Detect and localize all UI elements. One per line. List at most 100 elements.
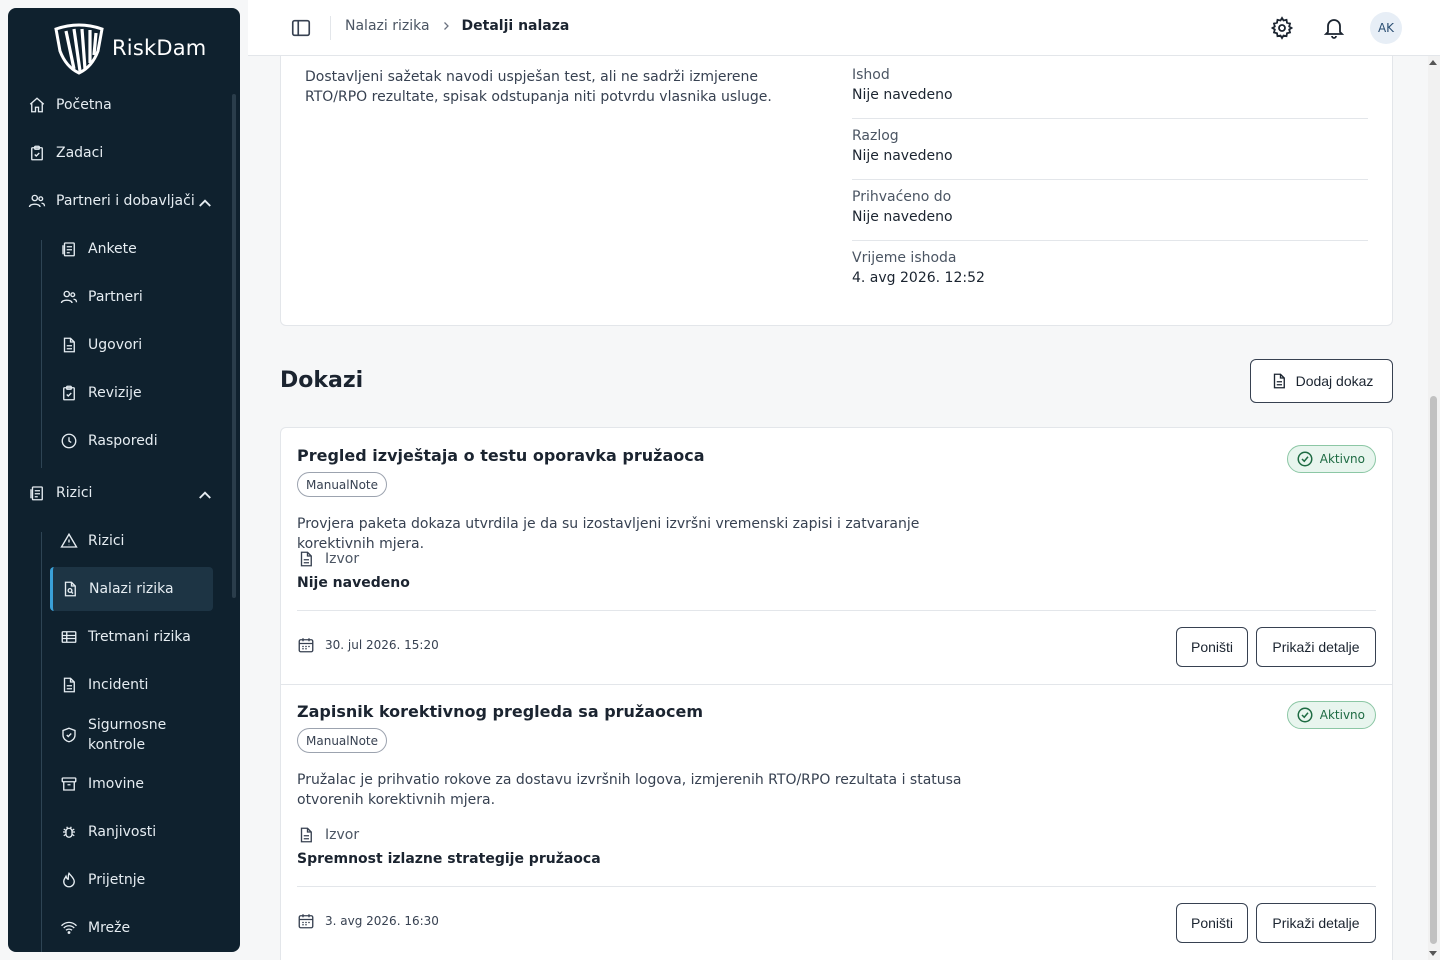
sidebar-item-revizije[interactable]: Revizije bbox=[50, 373, 213, 413]
sidebar-item-rizici[interactable]: Rizici bbox=[50, 521, 213, 561]
sidebar-group-rizici[interactable]: Rizici bbox=[28, 477, 214, 509]
source-label-text: Izvor bbox=[325, 827, 360, 843]
document-icon bbox=[300, 551, 312, 567]
breadcrumb-link[interactable]: Nalazi rizika bbox=[345, 18, 430, 34]
audit-icon bbox=[63, 385, 75, 401]
sidebar-toggle-icon[interactable] bbox=[290, 17, 312, 39]
field-label: Ishod bbox=[852, 67, 890, 83]
chevron-right-icon bbox=[443, 22, 449, 30]
sidebar-scrollbar[interactable] bbox=[232, 94, 236, 598]
wifi-icon bbox=[61, 921, 77, 934]
gear-icon[interactable] bbox=[1270, 16, 1294, 40]
finding-description: Dostavljeni sažetak navodi uspješan test… bbox=[305, 69, 772, 105]
check-circle-icon bbox=[1297, 451, 1313, 467]
sidebar-item-zadaci[interactable]: Zadaci bbox=[28, 137, 214, 169]
sidebar-item-label: Partneri i dobavljači bbox=[56, 193, 195, 209]
source-value: Spremnost izlazne strategije pružaoca bbox=[297, 851, 601, 867]
evidence-title: Pregled izvještaja o testu oporavka pruž… bbox=[297, 446, 705, 465]
field-label: Prihvaćeno do bbox=[852, 189, 952, 205]
check-circle-icon bbox=[1297, 707, 1313, 723]
source-label-text: Izvor bbox=[325, 551, 360, 567]
add-evidence-label: Dodaj dokaz bbox=[1295, 373, 1374, 389]
sidebar-item-label: Partneri bbox=[88, 289, 143, 305]
sidebar-item-label: Prijetnje bbox=[88, 872, 146, 888]
field-outcome: Ishod Nije navedeno bbox=[852, 67, 1368, 103]
sidebar-item-sigurnosne-kontrole[interactable]: Sigurnosne kontrole bbox=[50, 715, 213, 755]
logo-icon bbox=[54, 23, 104, 75]
file-search-icon bbox=[64, 581, 76, 597]
view-details-button[interactable]: Prikaži detalje bbox=[1256, 627, 1376, 667]
sidebar-item-label: Zadaci bbox=[56, 145, 104, 161]
app-logo[interactable]: RiskDam bbox=[52, 18, 206, 78]
sidebar-item-label: Ankete bbox=[88, 241, 137, 257]
sidebar-item-label: Sigurnosne kontrole bbox=[88, 717, 167, 753]
calendar-icon bbox=[298, 914, 314, 929]
avatar[interactable]: AK bbox=[1370, 12, 1402, 44]
bell-icon[interactable] bbox=[1322, 16, 1346, 40]
status-badge: Aktivno bbox=[1286, 445, 1376, 473]
scroll-down-arrow-icon[interactable] bbox=[1429, 951, 1437, 956]
sidebar-item-partneri[interactable]: Partneri bbox=[50, 277, 213, 317]
sidebar-item-pocetna[interactable]: Početna bbox=[28, 89, 214, 121]
source-label: Izvor bbox=[297, 826, 359, 844]
sidebar-item-ugovori[interactable]: Ugovori bbox=[50, 325, 213, 365]
sidebar-item-ankete[interactable]: Ankete bbox=[50, 229, 213, 269]
home-icon bbox=[29, 97, 45, 113]
view-details-button[interactable]: Prikaži detalje bbox=[1256, 903, 1376, 943]
field-reason: Razlog Nije navedeno bbox=[852, 128, 1368, 164]
sidebar-item-incidenti[interactable]: Incidenti bbox=[50, 665, 213, 705]
cancel-evidence-button[interactable]: Poništi bbox=[1176, 903, 1248, 943]
sidebar-item-label: Imovine bbox=[88, 776, 144, 792]
sidebar-item-nalazi-rizika[interactable]: Nalazi rizika bbox=[50, 567, 213, 611]
field-value: 4. avg 2026. 12:52 bbox=[852, 270, 985, 286]
add-evidence-button[interactable]: Dodaj dokaz bbox=[1250, 359, 1393, 403]
sidebar-item-label: Ranjivosti bbox=[88, 824, 157, 840]
scrollbar-thumb[interactable] bbox=[1430, 396, 1437, 944]
status-badge: Aktivno bbox=[1286, 701, 1376, 729]
evidence-date-text: 3. avg 2026. 16:30 bbox=[325, 914, 439, 928]
sidebar-item-label: Mreže bbox=[88, 920, 131, 936]
breadcrumb: Nalazi rizika Detalji nalaza bbox=[345, 18, 569, 34]
field-value: Nije navedeno bbox=[852, 148, 953, 164]
sidebar-item-prijetnje[interactable]: Prijetnje bbox=[50, 860, 213, 900]
topbar: Nalazi rizika Detalji nalaza AK bbox=[248, 0, 1440, 56]
sidebar-item-imovine[interactable]: Imovine bbox=[50, 764, 213, 804]
users-icon bbox=[28, 194, 46, 208]
field-value: Nije navedeno bbox=[852, 209, 953, 225]
sidebar-item-label: Rasporedi bbox=[88, 433, 158, 449]
evidence-type-tag: ManualNote bbox=[297, 728, 388, 753]
field-outcome-time: Vrijeme ishoda 4. avg 2026. 12:52 bbox=[852, 250, 1368, 286]
table-icon bbox=[61, 631, 77, 643]
sidebar-group-partneri[interactable]: Partneri i dobavljači bbox=[28, 185, 214, 217]
risks-icon bbox=[30, 486, 43, 501]
field-value: Nije navedeno bbox=[852, 87, 953, 103]
scroll-up-arrow-icon[interactable] bbox=[1429, 60, 1437, 65]
breadcrumb-current: Detalji nalaza bbox=[461, 18, 570, 34]
main-content: Dostavljeni sažetak navodi uspješan test… bbox=[248, 56, 1440, 960]
divider bbox=[297, 886, 1376, 887]
document-icon bbox=[1273, 373, 1285, 389]
divider bbox=[852, 179, 1368, 180]
field-label: Vrijeme ishoda bbox=[852, 250, 957, 266]
evidence-list: Pregled izvještaja o testu oporavka pruž… bbox=[280, 427, 1393, 960]
field-accepted-until: Prihvaćeno do Nije navedeno bbox=[852, 189, 1368, 225]
clock-icon bbox=[61, 433, 77, 449]
sidebar-item-rasporedi[interactable]: Rasporedi bbox=[50, 421, 213, 461]
status-text: Aktivno bbox=[1319, 708, 1365, 722]
sidebar-item-tretmani-rizika[interactable]: Tretmani rizika bbox=[50, 617, 213, 657]
sidebar-item-mreze[interactable]: Mreže bbox=[50, 908, 213, 948]
divider bbox=[852, 240, 1368, 241]
cancel-evidence-button[interactable]: Poništi bbox=[1176, 627, 1248, 667]
evidence-item: Zapisnik korektivnog pregleda sa pružaoc… bbox=[281, 684, 1392, 960]
evidence-date: 30. jul 2026. 15:20 bbox=[297, 636, 439, 654]
evidence-type-tag: ManualNote bbox=[297, 472, 388, 497]
chevron-up-icon bbox=[199, 199, 211, 207]
sidebar-item-label: Nalazi rizika bbox=[89, 581, 174, 597]
evidence-item: Pregled izvještaja o testu oporavka pruž… bbox=[281, 428, 1392, 684]
bug-icon bbox=[63, 826, 75, 838]
sidebar-item-label: Rizici bbox=[88, 533, 125, 549]
main-scrollbar[interactable] bbox=[1428, 56, 1440, 960]
app-name: RiskDam bbox=[112, 36, 207, 60]
evidence-date: 3. avg 2026. 16:30 bbox=[297, 912, 439, 930]
sidebar-item-ranjivosti[interactable]: Ranjivosti bbox=[50, 812, 213, 852]
